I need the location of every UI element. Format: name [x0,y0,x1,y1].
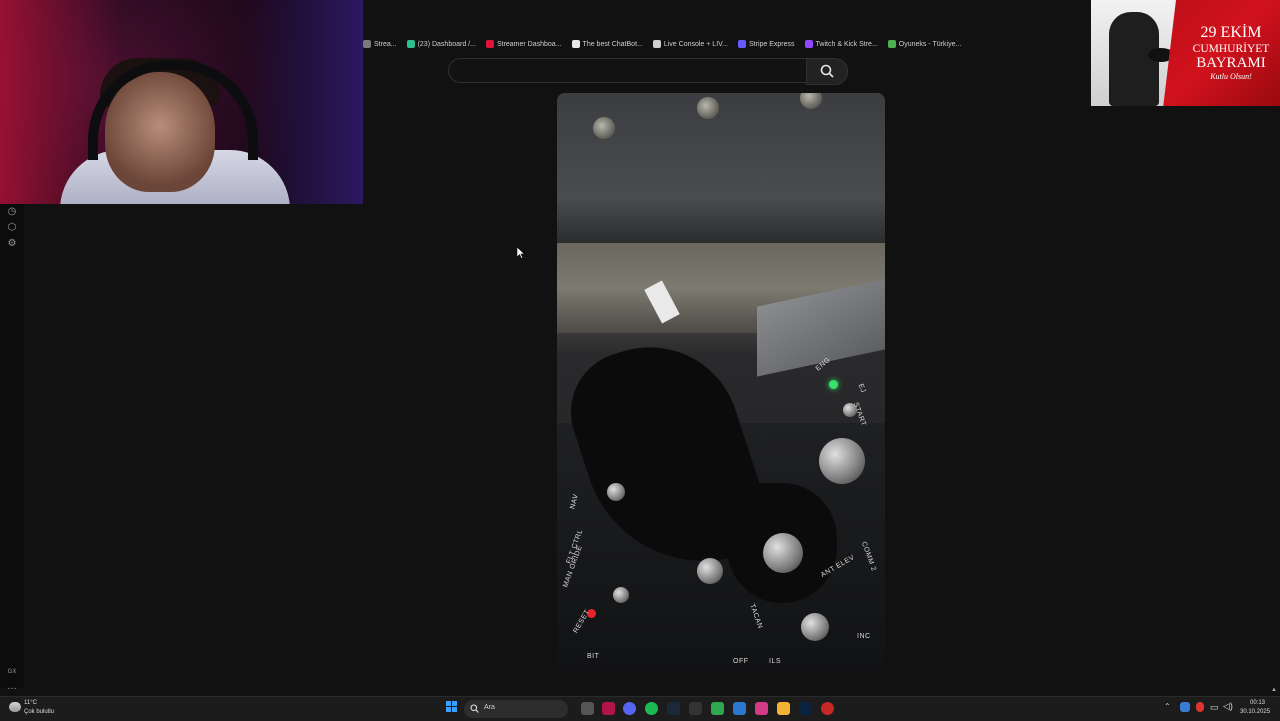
search-icon [820,64,834,78]
clock-date[interactable]: 30.10.2025 [1240,709,1270,715]
weather-temp: 11°C [24,700,37,706]
bookmark-label: The best ChatBot... [582,40,643,48]
gx-label: GX [7,669,17,675]
steam-icon[interactable] [667,702,680,715]
toggle-switch [607,483,625,501]
banner-line-3: BAYRAMI [1196,55,1266,71]
bookmark-favicon-icon [738,40,747,48]
bookmark-favicon-icon [406,40,415,48]
search-icon [470,704,479,713]
panel-label: OFF [733,658,749,665]
obs-icon[interactable] [821,702,834,715]
instagram-icon[interactable] [755,702,768,715]
bookmark-label: Oyuneks - Türkiye... [898,40,962,48]
bookmark-favicon-icon [363,40,371,48]
panel-label: EJ [856,382,867,395]
rotary-knob [697,558,723,584]
bookmark-favicon-icon [571,40,580,48]
bookmark-item[interactable]: Twitch & Kick Stre... [804,40,878,48]
discord-icon[interactable] [623,702,636,715]
bolt [697,97,719,119]
panel-label: INC [857,633,871,640]
rotary-knob [763,533,803,573]
epic-games-icon[interactable] [689,702,702,715]
video-player[interactable]: NAV FLT CTRL MAN ORIDE ANT ELEV OFF BIT … [557,93,885,675]
settings-icon[interactable]: ⚙ [6,238,18,250]
browser-sidebar: ◷ ⬡ ⚙ GX … [0,204,24,692]
bookmark-item[interactable]: Live Console + LIV... [652,40,729,48]
banner-line-1: 29 EKİM [1200,24,1262,41]
taskbar-search[interactable]: Ara [464,700,568,718]
taskbar: 11°C Çok bulutlu Ara ⌃ ▭ ◁) 00:13 30.10.… [0,696,1280,721]
app-icon[interactable] [733,702,746,715]
bookmark-item[interactable]: The best ChatBot... [571,40,643,48]
panel-label: ILS [769,658,782,665]
rotary-knob [819,438,865,484]
search-button[interactable] [806,58,848,85]
bolt [593,117,615,139]
bookmark-label: Twitch & Kick Stre... [815,40,878,48]
clock-time[interactable]: 00:13 [1250,700,1265,706]
network-icon[interactable]: ▭ [1210,702,1219,713]
spotify-icon[interactable] [645,702,658,715]
bookmark-item[interactable]: Oyuneks - Türkiye... [887,40,962,48]
extensions-icon[interactable]: ⬡ [6,222,18,234]
tray-app-icon[interactable] [1180,702,1190,712]
bookmark-favicon-icon [652,40,661,48]
panel-label: BIT [587,653,600,660]
bookmark-favicon-icon [887,40,896,48]
file-explorer-icon[interactable] [777,702,790,715]
start-icon[interactable] [446,701,458,713]
bookmark-label: Streamer Dashboa... [496,40,562,48]
xbox-icon[interactable] [711,702,724,715]
search-bar [448,58,848,85]
bookmark-item[interactable]: Strea... [363,40,397,48]
bookmark-favicon-icon [485,40,494,48]
toggle-switch [613,587,629,603]
weather-icon[interactable] [9,702,21,712]
webcam-overlay [0,0,363,204]
history-icon[interactable]: ◷ [6,206,18,218]
banner-line-2: CUMHURİYET [1192,43,1270,55]
bookmark-label: Strea... [374,40,397,48]
banner-signature: Kutlu Olsun! [1210,72,1252,81]
bookmarks-bar: Strea... (23) Dashboard /... Streamer Dash… [363,36,971,52]
taskbar-search-placeholder: Ara [484,704,495,711]
opera-gx-icon[interactable] [602,702,615,715]
task-view-icon[interactable] [581,702,594,715]
chevron-up-icon[interactable]: ⌃ [1164,702,1171,711]
republic-day-banner: 29 EKİM CUMHURİYET BAYRAMI Kutlu Olsun! [1091,0,1280,106]
bookmark-item[interactable]: Streamer Dashboa... [485,40,562,48]
bookmark-label: (23) Dashboard /... [417,40,476,48]
mouse-cursor-icon [517,247,525,259]
bookmark-label: Live Console + LIV... [663,40,729,48]
bookmark-label: Stripe Express [749,40,795,48]
microphone-icon[interactable] [1196,702,1204,712]
volume-icon[interactable]: ◁) [1223,701,1233,712]
weather-desc: Çok bulutlu [24,709,55,715]
search-input[interactable] [448,58,806,83]
scroll-down-icon[interactable]: ▲ [1271,687,1277,693]
rotary-knob [801,613,829,641]
status-led-green [829,380,838,389]
more-icon[interactable]: … [6,681,18,693]
bookmark-favicon-icon [804,40,813,48]
canopy-frame [557,93,885,243]
bookmark-item[interactable]: Stripe Express [738,40,795,48]
photoshop-icon[interactable] [799,702,812,715]
bookmark-item[interactable]: (23) Dashboard /... [406,40,476,48]
